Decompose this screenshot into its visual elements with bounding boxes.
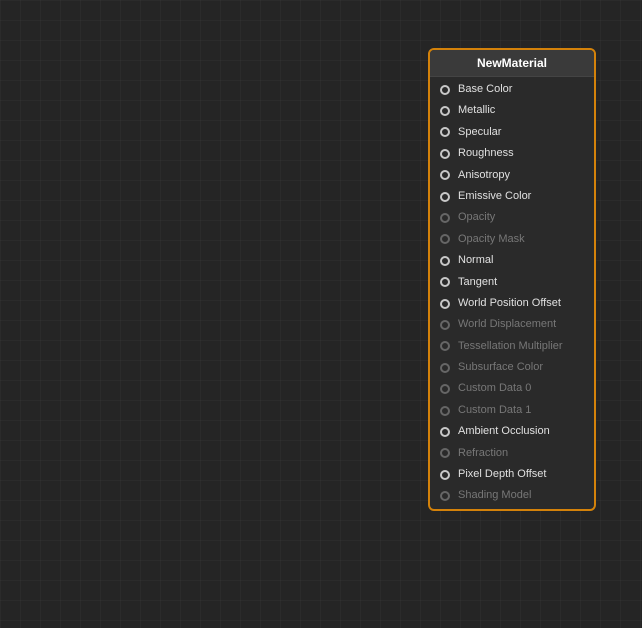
pin-icon-tangent: [438, 275, 452, 289]
pin-label-pixel-depth-offset: Pixel Depth Offset: [458, 467, 546, 482]
pin-label-world-displacement: World Displacement: [458, 317, 556, 332]
pin-icon-pixel-depth-offset: [438, 468, 452, 482]
pin-icon-specular: [438, 125, 452, 139]
pin-row-shading-model[interactable]: Shading Model: [430, 485, 594, 506]
pin-row-pixel-depth-offset[interactable]: Pixel Depth Offset: [430, 464, 594, 485]
pin-icon-metallic: [438, 104, 452, 118]
pin-row-ambient-occlusion[interactable]: Ambient Occlusion: [430, 421, 594, 442]
pin-list: Base Color Metallic Specular Roughness Aniso…: [430, 77, 594, 509]
pin-icon-refraction: [438, 446, 452, 460]
pin-icon-world-position-offset: [438, 297, 452, 311]
pin-icon-custom-data-0: [438, 382, 452, 396]
pin-label-metallic: Metallic: [458, 103, 495, 118]
pin-row-refraction[interactable]: Refraction: [430, 443, 594, 464]
pin-row-custom-data-1[interactable]: Custom Data 1: [430, 400, 594, 421]
pin-icon-shading-model: [438, 489, 452, 503]
pin-label-base-color: Base Color: [458, 82, 512, 97]
pin-label-specular: Specular: [458, 125, 501, 140]
pin-label-custom-data-0: Custom Data 0: [458, 381, 531, 396]
pin-label-refraction: Refraction: [458, 446, 508, 461]
pin-icon-subsurface-color: [438, 361, 452, 375]
pin-icon-ambient-occlusion: [438, 425, 452, 439]
pin-row-emissive-color[interactable]: Emissive Color: [430, 186, 594, 207]
pin-row-opacity[interactable]: Opacity: [430, 207, 594, 228]
pin-row-normal[interactable]: Normal: [430, 250, 594, 271]
material-node: NewMaterial Base Color Metallic Specular Ro…: [428, 48, 596, 511]
pin-icon-world-displacement: [438, 318, 452, 332]
pin-icon-opacity-mask: [438, 232, 452, 246]
pin-label-anisotropy: Anisotropy: [458, 168, 510, 183]
pin-row-roughness[interactable]: Roughness: [430, 143, 594, 164]
pin-row-world-displacement[interactable]: World Displacement: [430, 314, 594, 335]
pin-row-tangent[interactable]: Tangent: [430, 272, 594, 293]
pin-icon-tessellation-multiplier: [438, 339, 452, 353]
pin-label-subsurface-color: Subsurface Color: [458, 360, 543, 375]
pin-row-base-color[interactable]: Base Color: [430, 79, 594, 100]
pin-label-opacity: Opacity: [458, 210, 495, 225]
pin-icon-base-color: [438, 83, 452, 97]
pin-label-opacity-mask: Opacity Mask: [458, 232, 525, 247]
pin-label-tangent: Tangent: [458, 275, 497, 290]
node-title: NewMaterial: [430, 50, 594, 77]
pin-row-specular[interactable]: Specular: [430, 122, 594, 143]
pin-row-tessellation-multiplier[interactable]: Tessellation Multiplier: [430, 336, 594, 357]
pin-label-custom-data-1: Custom Data 1: [458, 403, 531, 418]
pin-icon-normal: [438, 254, 452, 268]
pin-label-roughness: Roughness: [458, 146, 514, 161]
pin-icon-roughness: [438, 147, 452, 161]
pin-row-opacity-mask[interactable]: Opacity Mask: [430, 229, 594, 250]
pin-icon-opacity: [438, 211, 452, 225]
pin-icon-custom-data-1: [438, 404, 452, 418]
pin-row-subsurface-color[interactable]: Subsurface Color: [430, 357, 594, 378]
pin-label-shading-model: Shading Model: [458, 488, 531, 503]
pin-row-custom-data-0[interactable]: Custom Data 0: [430, 378, 594, 399]
pin-label-world-position-offset: World Position Offset: [458, 296, 561, 311]
pin-label-ambient-occlusion: Ambient Occlusion: [458, 424, 550, 439]
pin-row-metallic[interactable]: Metallic: [430, 100, 594, 121]
pin-row-world-position-offset[interactable]: World Position Offset: [430, 293, 594, 314]
pin-label-normal: Normal: [458, 253, 493, 268]
pin-label-tessellation-multiplier: Tessellation Multiplier: [458, 339, 563, 354]
pin-label-emissive-color: Emissive Color: [458, 189, 531, 204]
pin-row-anisotropy[interactable]: Anisotropy: [430, 165, 594, 186]
pin-icon-emissive-color: [438, 190, 452, 204]
pin-icon-anisotropy: [438, 168, 452, 182]
